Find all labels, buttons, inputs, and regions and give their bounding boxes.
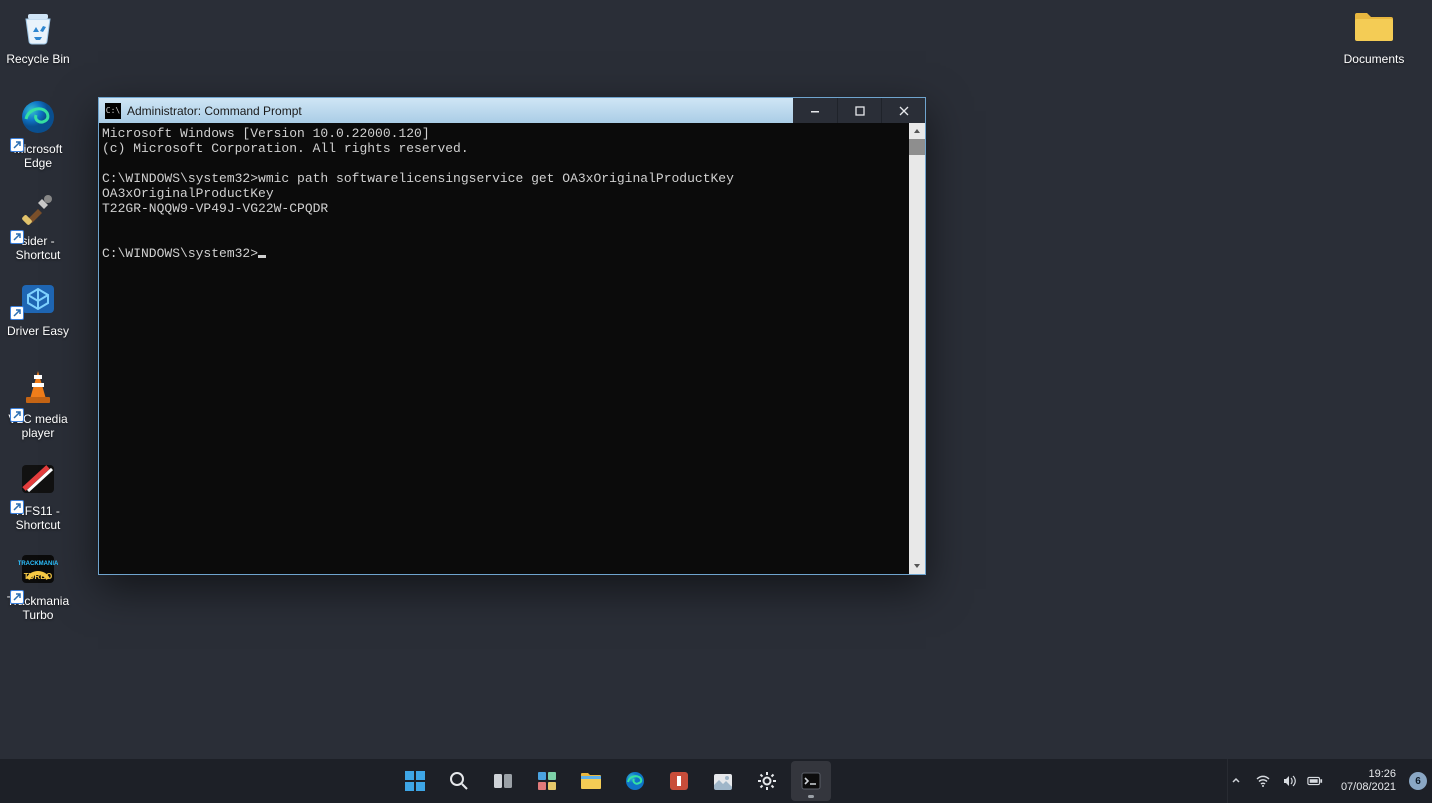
cmd-cursor: [258, 255, 266, 258]
scroll-down-button[interactable]: [909, 558, 925, 574]
photos-button[interactable]: [703, 761, 743, 801]
edge-icon: [623, 769, 647, 793]
notifications-button[interactable]: 6: [1404, 772, 1432, 790]
folder-icon: [1353, 6, 1395, 48]
svg-text:TRACKMANIA: TRACKMANIA: [18, 561, 58, 567]
cmd-titlebar[interactable]: C:\ Administrator: Command Prompt: [99, 98, 925, 123]
desktop-icon-driver-easy[interactable]: Driver Easy: [0, 278, 76, 338]
minimize-button[interactable]: [793, 98, 837, 123]
desktop-icon-trackmania[interactable]: TRACKMANIATURBO Trackmania Turbo: [0, 548, 76, 622]
close-button[interactable]: [881, 98, 925, 123]
tray-expand-button[interactable]: [1227, 759, 1245, 803]
cmd-output[interactable]: Microsoft Windows [Version 10.0.22000.12…: [99, 123, 909, 574]
scroll-thumb[interactable]: [909, 139, 925, 155]
shortcut-arrow-icon: [10, 230, 24, 244]
widgets-button[interactable]: [527, 761, 567, 801]
cmd-titlebar-icon: C:\: [105, 103, 121, 119]
desktop-icon-recycle-bin[interactable]: Recycle Bin: [0, 6, 76, 66]
desktop-icon-sider[interactable]: sider - Shortcut: [0, 188, 76, 262]
task-view-icon: [491, 769, 515, 793]
file-explorer-icon: [579, 769, 603, 793]
app-red-button[interactable]: [659, 761, 699, 801]
start-button[interactable]: [395, 761, 435, 801]
notifications-badge: 6: [1409, 772, 1427, 790]
desktop-icon-label: Driver Easy: [7, 324, 69, 338]
shortcut-arrow-icon: [10, 306, 24, 320]
taskbar: 19:26 07/08/2021 6: [0, 759, 1432, 803]
trackmania-icon: TRACKMANIA TURBO: [17, 548, 59, 590]
settings-button[interactable]: [747, 761, 787, 801]
system-tray: 19:26 07/08/2021 6: [1227, 759, 1432, 803]
file-explorer-button[interactable]: [571, 761, 611, 801]
clock-date: 07/08/2021: [1341, 781, 1396, 794]
svg-text:TURBO: TURBO: [24, 572, 52, 581]
shortcut-arrow-icon: [10, 408, 24, 422]
shortcut-arrow-icon: [10, 500, 24, 514]
edge-icon: [17, 96, 59, 138]
photos-icon: [711, 769, 735, 793]
cmd-button[interactable]: [791, 761, 831, 801]
scroll-track[interactable]: [909, 155, 925, 558]
desktop-icon-nfs11[interactable]: NFS11 - Shortcut: [0, 458, 76, 532]
cmd-body: Microsoft Windows [Version 10.0.22000.12…: [99, 123, 925, 574]
battery-icon[interactable]: [1307, 773, 1323, 789]
desktop-icon-edge[interactable]: Microsoft Edge: [0, 96, 76, 170]
desktop-icon-documents[interactable]: Documents: [1336, 6, 1412, 66]
edge-button[interactable]: [615, 761, 655, 801]
desktop-icon-label: Documents: [1344, 52, 1405, 66]
scroll-up-button[interactable]: [909, 123, 925, 139]
vlc-icon: [17, 366, 59, 408]
shortcut-arrow-icon: [10, 590, 24, 604]
recycle-bin-icon: [17, 6, 59, 48]
maximize-button[interactable]: [837, 98, 881, 123]
widgets-icon: [535, 769, 559, 793]
desktop-icon-label: Recycle Bin: [6, 52, 69, 66]
search-icon: [447, 769, 471, 793]
search-button[interactable]: [439, 761, 479, 801]
cmd-window[interactable]: C:\ Administrator: Command Prompt Micros…: [98, 97, 926, 575]
tools-icon: [17, 188, 59, 230]
cmd-title: Administrator: Command Prompt: [127, 104, 302, 118]
taskbar-center: [0, 761, 1227, 801]
gear-icon: [755, 769, 779, 793]
volume-icon[interactable]: [1281, 773, 1297, 789]
app-red-icon: [667, 769, 691, 793]
cmd-icon: [799, 769, 823, 793]
start-icon: [403, 769, 427, 793]
wifi-icon[interactable]: [1255, 773, 1271, 789]
desktop-icon-vlc[interactable]: VLC media player: [0, 366, 76, 440]
nfs11-icon: [17, 458, 59, 500]
cmd-scrollbar[interactable]: [909, 123, 925, 574]
shortcut-arrow-icon: [10, 138, 24, 152]
clock[interactable]: 19:26 07/08/2021: [1333, 768, 1404, 794]
clock-time: 19:26: [1341, 768, 1396, 781]
task-view-button[interactable]: [483, 761, 523, 801]
